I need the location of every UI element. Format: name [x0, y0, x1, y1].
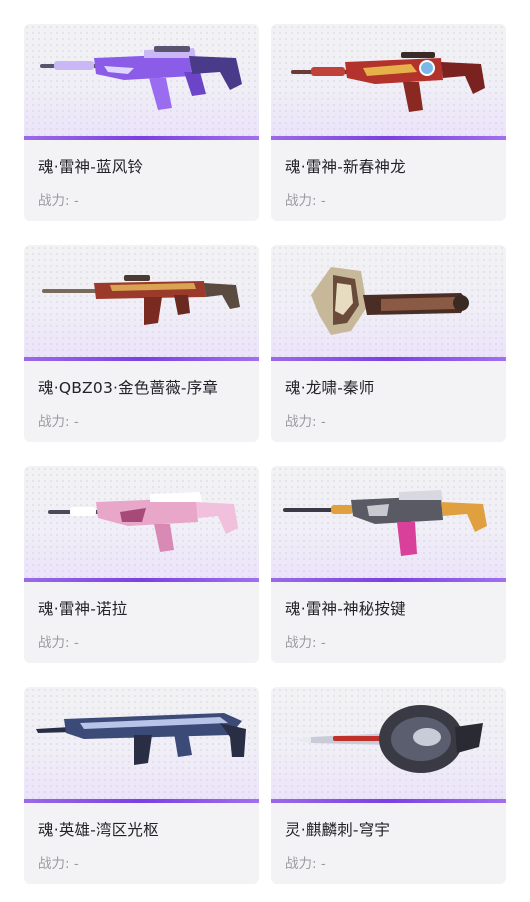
weapon-name: 魂·雷神-新春神龙 [285, 158, 406, 176]
weapon-thumbnail [271, 687, 506, 803]
weapon-thumbnail [271, 466, 506, 582]
rifle-image [36, 713, 246, 765]
weapon-card[interactable]: 魂·英雄-湾区光枢 战力: - [24, 687, 259, 884]
weapon-thumbnail [271, 24, 506, 140]
weapon-power: 战力: - [38, 635, 79, 651]
weapon-name: 魂·雷神-诺拉 [38, 600, 128, 618]
axe-image [311, 267, 469, 335]
weapon-power: 战力: - [38, 856, 79, 872]
weapon-power: 战力: - [38, 193, 79, 209]
weapon-card[interactable]: 魂·雷神-诺拉 战力: - [24, 466, 259, 663]
weapon-thumbnail [24, 24, 259, 140]
weapon-name: 魂·雷神-神秘按键 [285, 600, 406, 618]
weapon-power: 战力: - [285, 414, 326, 430]
weapon-power: 战力: - [285, 635, 326, 651]
weapon-name: 魂·QBZ03·金色蔷薇-序章 [38, 379, 219, 397]
weapon-power: 战力: - [285, 193, 326, 209]
rifle-image [291, 52, 485, 112]
weapon-card[interactable]: 魂·雷神-蓝风铃 战力: - [24, 24, 259, 221]
weapon-power: 战力: - [38, 414, 79, 430]
weapon-thumbnail [24, 466, 259, 582]
weapon-card[interactable]: 魂·QBZ03·金色蔷薇-序章 战力: - [24, 245, 259, 442]
weapon-thumbnail [24, 245, 259, 361]
weapon-card[interactable]: 魂·雷神-神秘按键 战力: - [271, 466, 506, 663]
weapon-grid: 魂·雷神-蓝风铃 战力: - 魂·雷神-新春神龙 战力: - 魂·QBZ03·金… [24, 24, 506, 884]
weapon-card[interactable]: 灵·麒麟刺-穹宇 战力: - [271, 687, 506, 884]
weapon-thumbnail [271, 245, 506, 361]
weapon-name: 魂·英雄-湾区光枢 [38, 821, 159, 839]
rifle-image [283, 490, 487, 556]
rifle-image [42, 275, 240, 325]
weapon-name: 灵·麒麟刺-穹宇 [285, 821, 391, 839]
rifle-image [48, 492, 238, 552]
rifle-image [40, 46, 242, 110]
weapon-thumbnail [24, 687, 259, 803]
weapon-power: 战力: - [285, 856, 326, 872]
weapon-card[interactable]: 魂·龙啸-秦师 战力: - [271, 245, 506, 442]
weapon-name: 魂·龙啸-秦师 [285, 379, 375, 397]
weapon-name: 魂·雷神-蓝风铃 [38, 158, 144, 176]
spear-image [291, 705, 483, 773]
weapon-card[interactable]: 魂·雷神-新春神龙 战力: - [271, 24, 506, 221]
